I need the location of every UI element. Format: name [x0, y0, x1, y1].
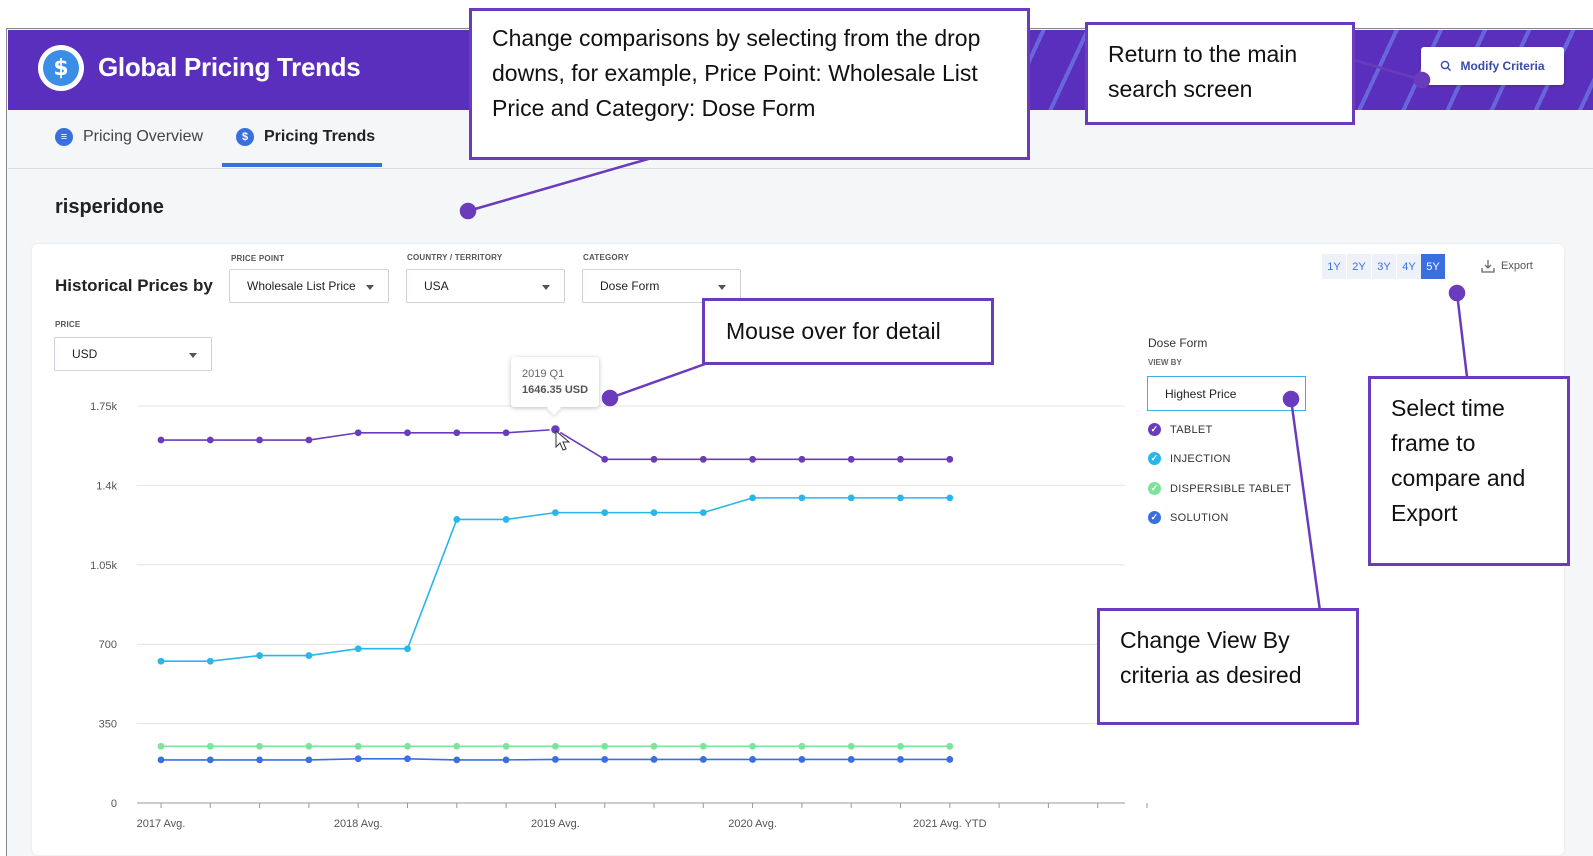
- connector-dot: [601, 389, 619, 407]
- connector-line: [1353, 58, 1423, 82]
- connector-line: [609, 362, 706, 400]
- callout-viewby: Change View By criteria as desired: [1097, 608, 1359, 725]
- connector-line: [467, 155, 656, 213]
- connector-dot: [1413, 71, 1431, 89]
- connector-dot: [1282, 390, 1300, 408]
- callout-dropdowns: Change comparisons by selecting from the…: [469, 8, 1030, 160]
- connector-dot: [1448, 284, 1466, 302]
- callout-mouseover: Mouse over for detail: [702, 298, 994, 365]
- connector-line: [1289, 398, 1322, 612]
- connector-line: [1455, 292, 1469, 378]
- callout-return: Return to the main search screen: [1085, 22, 1355, 125]
- callout-timeframe: Select time frame to compare and Export: [1368, 376, 1570, 566]
- connector-dot: [459, 202, 477, 220]
